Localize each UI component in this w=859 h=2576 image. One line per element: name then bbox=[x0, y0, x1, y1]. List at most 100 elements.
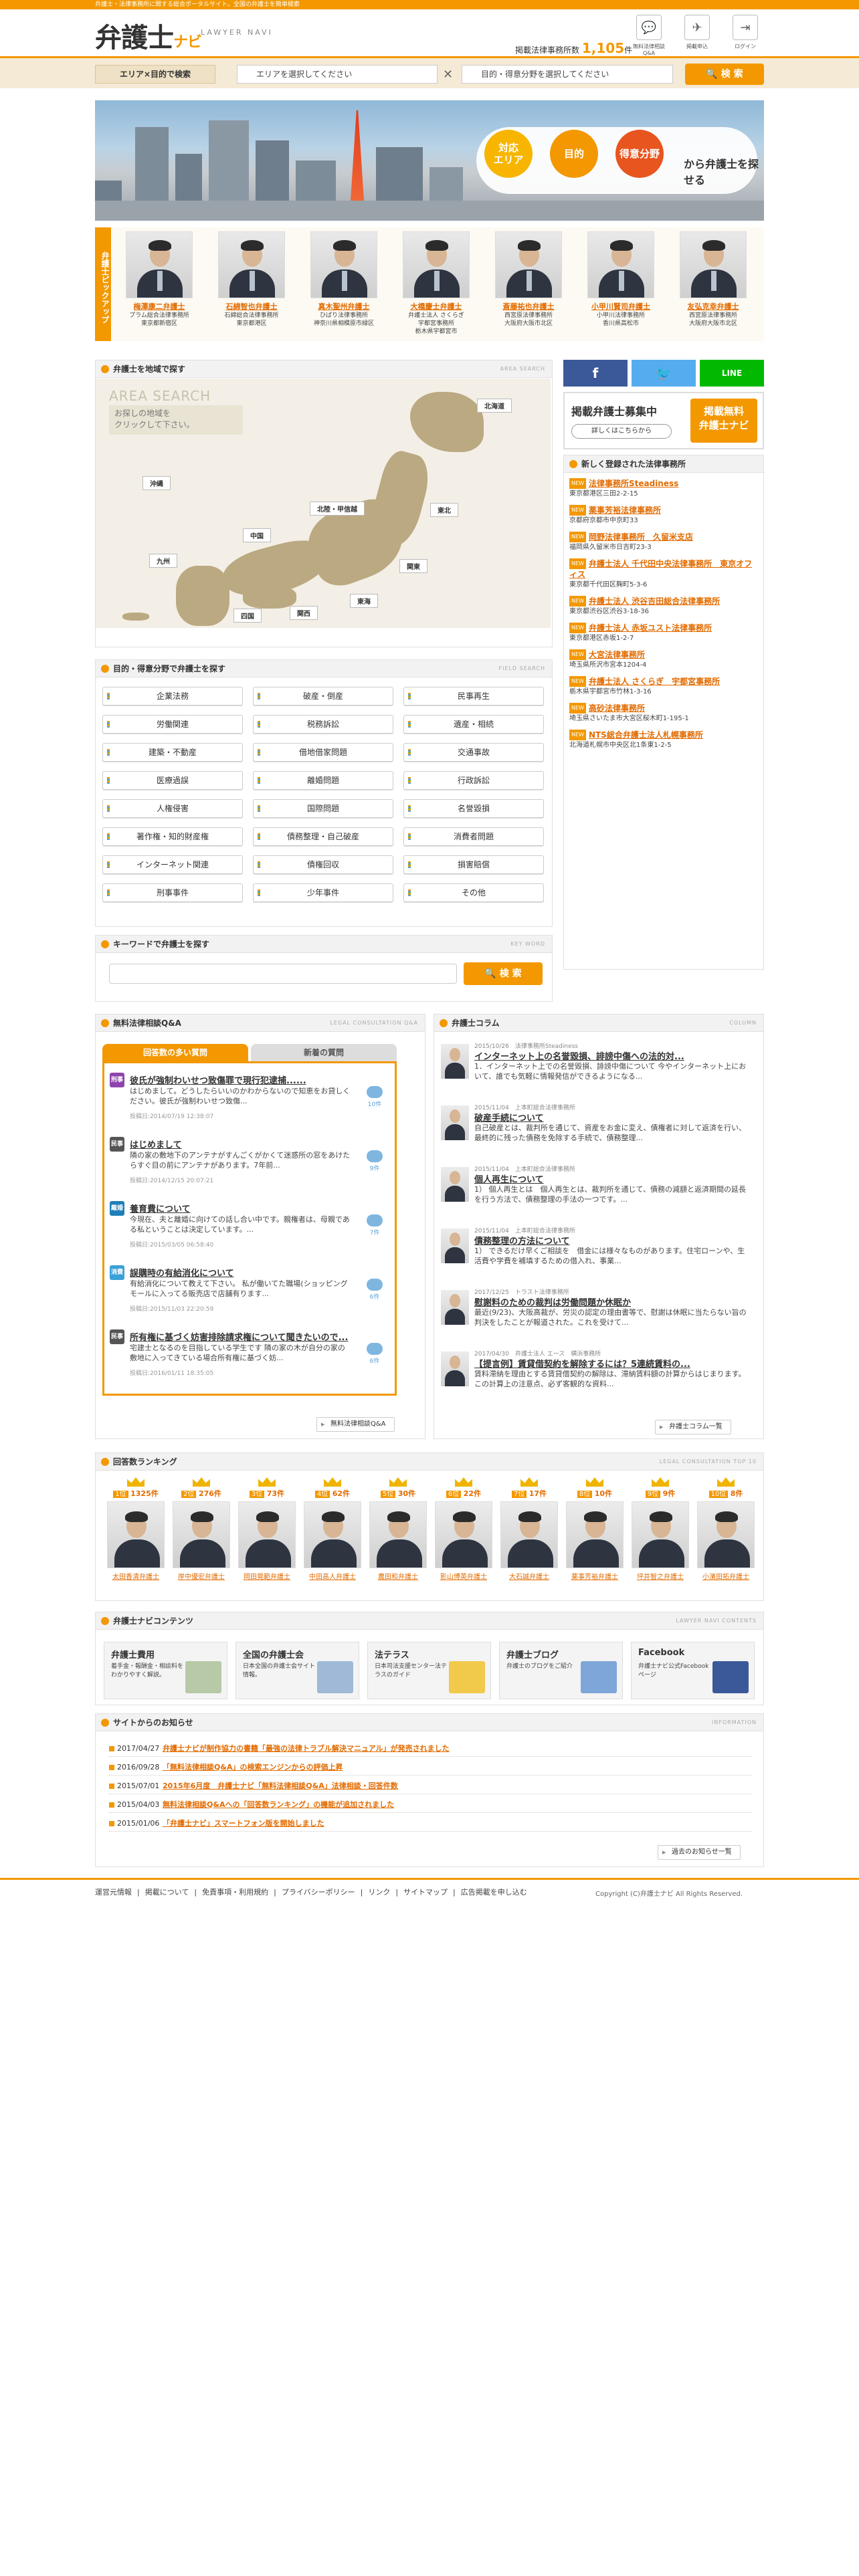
site-logo[interactable]: 弁護士ナビ bbox=[95, 16, 202, 55]
lawyer-name[interactable]: 斎藤祐也弁護士 bbox=[491, 301, 566, 312]
region-chugoku[interactable]: 中国 bbox=[243, 528, 271, 542]
ranking-lawyer-name[interactable]: 岸中優宏弁護士 bbox=[169, 1571, 233, 1581]
ranking-item[interactable]: 2位 276件 岸中優宏弁護士 bbox=[169, 1477, 233, 1581]
ranking-item[interactable]: 3位 73件 岡田晃範弁護士 bbox=[235, 1477, 299, 1581]
field-button[interactable]: 債権回収 bbox=[253, 855, 393, 874]
field-button[interactable]: 遺産・相続 bbox=[403, 715, 544, 734]
region-kanto[interactable]: 関東 bbox=[399, 559, 427, 573]
recruit-banner[interactable]: 掲載弁護士募集中 詳しくはこちらから 掲載無料 弁護士ナビ bbox=[563, 392, 764, 449]
firm-link[interactable]: 高砂法律事務所 bbox=[589, 704, 645, 713]
field-button[interactable]: 税務訴訟 bbox=[253, 715, 393, 734]
pickup-lawyer-card[interactable]: 斎藤祐也弁護士 西宮原法律事務所 大阪府大阪市北区 bbox=[491, 231, 566, 328]
region-hokuriku[interactable]: 北陸・甲信越 bbox=[310, 502, 365, 516]
field-button[interactable]: 企業法務 bbox=[102, 687, 243, 706]
column-link[interactable]: 債務整理の方法について bbox=[474, 1234, 570, 1247]
footer-link[interactable]: 運営元情報 bbox=[95, 1888, 132, 1897]
ranking-lawyer-name[interactable]: 大石誠弁護士 bbox=[497, 1571, 561, 1581]
firm-link[interactable]: 弁護士法人 千代田中央法律事務所 東京オフィス bbox=[569, 559, 752, 579]
ranking-lawyer-name[interactable]: 中田高人弁護士 bbox=[300, 1571, 365, 1581]
ranking-item[interactable]: 4位 62件 中田高人弁護士 bbox=[300, 1477, 365, 1581]
content-card[interactable]: 弁護士ブログ 弁護士のブログをご紹介 bbox=[499, 1642, 623, 1699]
ranking-item[interactable]: 10位 8件 小濱田拓弁護士 bbox=[694, 1477, 758, 1581]
qa-question-link[interactable]: 所有権に基づく妨害排除請求権について聞きたいので... bbox=[130, 1330, 348, 1343]
field-button[interactable]: 少年事件 bbox=[253, 883, 393, 902]
footer-link[interactable]: 免責事項・利用規約 bbox=[202, 1888, 268, 1897]
qa-question-link[interactable]: はじめまして bbox=[130, 1138, 182, 1150]
column-link[interactable]: 破産手続について bbox=[474, 1111, 544, 1123]
content-card[interactable]: 弁護士費用 着手金・報酬金・相談料をわかりやすく解説。 bbox=[104, 1642, 227, 1699]
lawyer-name[interactable]: 大橋慶士弁護士 bbox=[399, 301, 474, 312]
column-link[interactable]: 慰謝料のための裁判は労働問題か休眠か bbox=[474, 1295, 631, 1308]
footer-link[interactable]: サイトマップ bbox=[403, 1888, 448, 1897]
lawyer-name[interactable]: 石綿智也弁護士 bbox=[214, 301, 289, 312]
quick-search-button[interactable]: 🔍 検 索 bbox=[685, 64, 764, 85]
field-button[interactable]: 刑事事件 bbox=[102, 883, 243, 902]
footer-link[interactable]: 広告掲載を申し込む bbox=[461, 1888, 527, 1897]
ranking-item[interactable]: 1位 1325件 太田香清弁護士 bbox=[104, 1477, 168, 1581]
firm-link[interactable]: 法律事務所Steadiness bbox=[589, 479, 678, 488]
firm-link[interactable]: 薬事芳裕法律事務所 bbox=[589, 506, 661, 515]
field-button[interactable]: 損害賠償 bbox=[403, 855, 544, 874]
pickup-lawyer-card[interactable]: 石綿智也弁護士 石綿総合法律事務所 東京都港区 bbox=[214, 231, 289, 328]
region-tokai[interactable]: 東海 bbox=[350, 594, 378, 608]
pickup-lawyer-card[interactable]: 真木聖州弁護士 ひばり法律事務所 神奈川県相模原市緑区 bbox=[306, 231, 381, 328]
ranking-item[interactable]: 7位 17件 大石誠弁護士 bbox=[497, 1477, 561, 1581]
firm-link[interactable]: 弁護士法人 赤坂ユスト法律事務所 bbox=[589, 623, 712, 633]
ranking-lawyer-name[interactable]: 影山博英弁護士 bbox=[432, 1571, 496, 1581]
field-button[interactable]: 離婚問題 bbox=[253, 771, 393, 790]
qa-more-button[interactable]: 無料法律相談Q&A bbox=[316, 1417, 395, 1432]
field-button[interactable]: 建築・不動産 bbox=[102, 743, 243, 762]
ranking-lawyer-name[interactable]: 太田香清弁護士 bbox=[104, 1571, 168, 1581]
ranking-lawyer-name[interactable]: 小濱田拓弁護士 bbox=[694, 1571, 758, 1581]
region-kyushu[interactable]: 九州 bbox=[149, 554, 177, 568]
footer-link[interactable]: プライバシーポリシー bbox=[282, 1888, 355, 1897]
field-button[interactable]: インターネット関連 bbox=[102, 855, 243, 874]
content-card[interactable]: 全国の弁護士会 日本全国の弁護士会サイト情報。 bbox=[235, 1642, 359, 1699]
tab-most-answered[interactable]: 回答数の多い質問 bbox=[102, 1044, 248, 1061]
field-button[interactable]: 名誉毀損 bbox=[403, 799, 544, 818]
lawyer-name[interactable]: 友弘克幸弁護士 bbox=[676, 301, 751, 312]
region-kansai[interactable]: 関西 bbox=[290, 606, 318, 620]
pickup-lawyer-card[interactable]: 梅澤康二弁護士 プラム総合法律事務所 東京都新宿区 bbox=[122, 231, 197, 328]
news-more-button[interactable]: 過去のお知らせ一覧 bbox=[658, 1845, 741, 1860]
news-link[interactable]: 2015年6月度 弁護士ナビ「無料法律相談Q&A」法律相談・回答件数 bbox=[163, 1782, 398, 1790]
news-link[interactable]: 「弁護士ナビ」スマートフォン版を開始しました bbox=[163, 1819, 324, 1828]
field-button[interactable]: その他 bbox=[403, 883, 544, 902]
keyword-input[interactable] bbox=[109, 964, 457, 984]
field-button[interactable]: 人権侵害 bbox=[102, 799, 243, 818]
field-button[interactable]: 医療過誤 bbox=[102, 771, 243, 790]
keyword-search-button[interactable]: 🔍 検 索 bbox=[464, 962, 543, 985]
pickup-lawyer-card[interactable]: 友弘克幸弁護士 西宮原法律事務所 大阪府大阪市北区 bbox=[676, 231, 751, 328]
map-okinawa[interactable] bbox=[122, 613, 149, 621]
ranking-lawyer-name[interactable]: 岡田晃範弁護士 bbox=[235, 1571, 299, 1581]
footer-link[interactable]: リンク bbox=[368, 1888, 390, 1897]
login-header-link[interactable]: ⇥ ログイン bbox=[727, 15, 764, 56]
field-button[interactable]: 借地借家問題 bbox=[253, 743, 393, 762]
ranking-lawyer-name[interactable]: 農田和弁護士 bbox=[366, 1571, 430, 1581]
news-link[interactable]: 「無料法律相談Q&A」の検索エンジンからの評価上昇 bbox=[163, 1763, 343, 1772]
qa-question-link[interactable]: 誤購時の有給消化について bbox=[130, 1266, 234, 1279]
ranking-item[interactable]: 6位 22件 影山博英弁護士 bbox=[432, 1477, 496, 1581]
region-tohoku[interactable]: 東北 bbox=[430, 503, 458, 517]
firm-link[interactable]: 大宮法律事務所 bbox=[589, 650, 645, 659]
twitter-share-button[interactable]: 🐦 bbox=[632, 360, 696, 387]
line-share-button[interactable]: LINE bbox=[700, 360, 764, 387]
map-shikoku[interactable] bbox=[243, 586, 296, 609]
facebook-share-button[interactable]: f bbox=[563, 360, 628, 387]
ranking-lawyer-name[interactable]: 薬事芳裕弁護士 bbox=[563, 1571, 627, 1581]
map-kyushu[interactable] bbox=[176, 566, 229, 626]
area-select[interactable]: エリアを選択してください bbox=[237, 65, 438, 84]
field-button[interactable]: 行政訴訟 bbox=[403, 771, 544, 790]
clear-icon[interactable]: ✕ bbox=[443, 68, 453, 82]
pickup-lawyer-card[interactable]: 大橋慶士弁護士 弁護士法人 さくらぎ 宇都宮事務所 栃木県宇都宮市 bbox=[399, 231, 474, 336]
column-link[interactable]: 【提言例】賃貸借契約を解除するには？5連続賃料の... bbox=[474, 1357, 690, 1370]
region-okinawa[interactable]: 沖縄 bbox=[142, 476, 171, 490]
tab-new-questions[interactable]: 新着の質問 bbox=[251, 1044, 397, 1061]
field-button[interactable]: 交通事故 bbox=[403, 743, 544, 762]
field-button[interactable]: 消費者問題 bbox=[403, 827, 544, 846]
firm-link[interactable]: NTS総合弁護士法人札幌事務所 bbox=[589, 730, 703, 740]
ranking-item[interactable]: 8位 10件 薬事芳裕弁護士 bbox=[563, 1477, 627, 1581]
firm-link[interactable]: 弁護士法人 さくらぎ 宇都宮事務所 bbox=[589, 677, 720, 686]
pickup-lawyer-card[interactable]: 小甲川賢司弁護士 小甲川法律事務所 香川県高松市 bbox=[583, 231, 658, 328]
region-hokkaido[interactable]: 北海道 bbox=[477, 399, 512, 413]
